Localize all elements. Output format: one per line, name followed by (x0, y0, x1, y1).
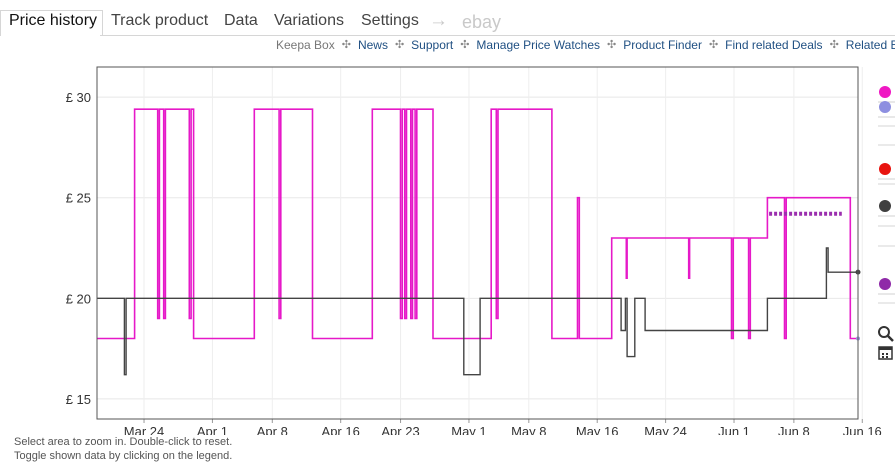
legend-marker[interactable] (879, 278, 891, 290)
y-tick-label: £ 30 (66, 90, 91, 105)
x-tick-label: May 16 (576, 424, 619, 435)
separator-icon: ✣ (708, 39, 719, 52)
calendar-icon[interactable] (878, 346, 893, 360)
related-link[interactable]: Related Be (846, 38, 895, 52)
sub-navigation: Keepa Box ✣ News ✣ Support ✣ Manage Price Watc… (276, 37, 895, 52)
x-tick-label: May 24 (644, 424, 687, 435)
zoom-hint: Select area to zoom in. Double-click to … (14, 436, 233, 448)
tab-variations[interactable]: Variations (274, 12, 344, 30)
tab-price-history[interactable]: Price history (9, 12, 97, 30)
tab-settings[interactable]: Settings (361, 12, 419, 30)
x-tick-label: Apr 16 (322, 424, 360, 435)
tab-track-product[interactable]: Track product (111, 12, 208, 30)
tab-ebay[interactable]: ebay (462, 12, 501, 33)
product-finder-link[interactable]: Product Finder (623, 38, 702, 52)
keepa-box-link[interactable]: Keepa Box (276, 38, 335, 52)
plot-area (97, 67, 858, 419)
tab-bar: Price history Track product Data Variati… (0, 10, 895, 36)
x-tick-label: Apr 8 (257, 424, 288, 435)
manage-price-watches-link[interactable]: Manage Price Watches (476, 38, 600, 52)
separator-icon: ✣ (341, 39, 351, 52)
legend-hint: Toggle shown data by clicking on the leg… (14, 450, 233, 462)
find-related-deals-link[interactable]: Find related Deals (725, 38, 822, 52)
x-tick-label: Jun 1 (718, 424, 750, 435)
legend-marker[interactable] (879, 200, 891, 212)
arrow-icon: → (429, 10, 448, 31)
x-tick-label: Jun 8 (778, 424, 810, 435)
x-tick-label: Apr 1 (197, 424, 228, 435)
separator-icon: ✣ (829, 39, 839, 52)
y-tick-label: £ 15 (66, 392, 91, 407)
separator-icon: ✣ (460, 39, 470, 52)
legend-marker[interactable] (879, 86, 891, 98)
legend-marker[interactable] (879, 101, 891, 113)
legend-marker[interactable] (879, 163, 891, 175)
y-tick-label: £ 20 (66, 291, 91, 306)
price-history-chart[interactable]: £ 15 £ 20 £ 25 £ 30 Mar 24 Apr 1 Apr 8 Apr 16 Ap… (0, 55, 895, 435)
tab-underline (100, 35, 895, 36)
x-tick-label: May 8 (511, 424, 546, 435)
x-tick-label: May 1 (451, 424, 486, 435)
y-tick-label: £ 25 (66, 191, 91, 206)
x-tick-label: Jun 16 (843, 424, 882, 435)
separator-icon: ✣ (394, 39, 405, 52)
search-icon[interactable] (878, 326, 894, 342)
news-link[interactable]: News (358, 38, 388, 52)
separator-icon: ✣ (607, 39, 617, 52)
tab-data[interactable]: Data (224, 12, 258, 30)
x-tick-label: Mar 24 (124, 424, 164, 435)
support-link[interactable]: Support (411, 38, 453, 52)
x-tick-label: Apr 23 (381, 424, 419, 435)
